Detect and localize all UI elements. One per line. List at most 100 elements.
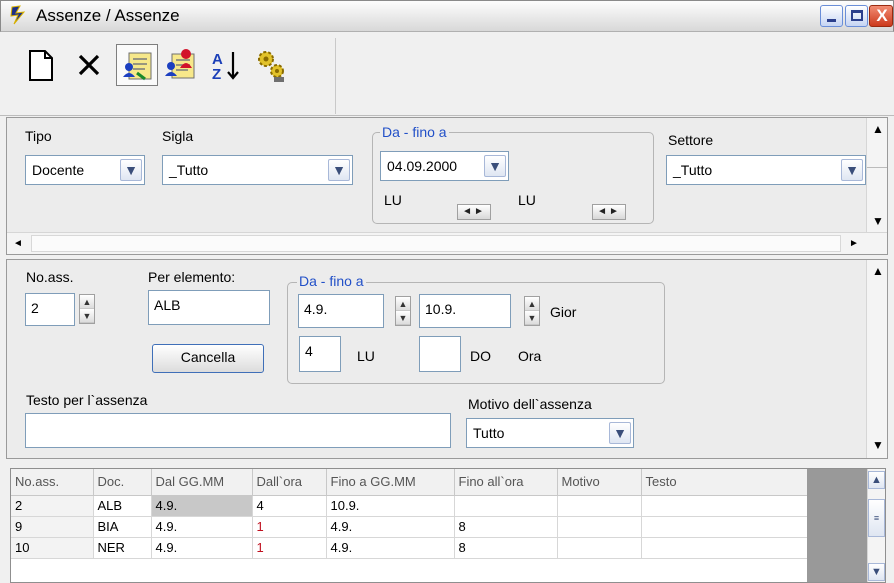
column-header[interactable]: Testo: [641, 469, 808, 496]
settings-button[interactable]: [250, 44, 292, 86]
table-cell[interactable]: NER: [93, 537, 152, 559]
table-cell[interactable]: ALB: [93, 495, 152, 517]
maximize-button[interactable]: [845, 5, 868, 27]
table-header: No.ass. Doc. Dal GG.MM Dall`ora Fino a G…: [11, 469, 808, 496]
scroll-up-icon[interactable]: ▲: [867, 260, 889, 282]
table-cell[interactable]: 4.9.: [151, 516, 253, 538]
column-header[interactable]: Fino all`ora: [454, 469, 558, 496]
settings-icon: [258, 51, 284, 82]
table-row[interactable]: 10 NER 4.9. 1 4.9. 8: [11, 537, 808, 559]
to-day-label: DO: [470, 348, 491, 364]
spin-down-icon[interactable]: ▼: [525, 311, 539, 325]
day-to-nav[interactable]: ◄►: [592, 204, 626, 220]
table-cell[interactable]: 8: [454, 537, 558, 559]
spin-up-icon[interactable]: ▲: [80, 295, 94, 309]
column-header[interactable]: Fino a GG.MM: [326, 469, 455, 496]
filter-hscroll[interactable]: ◄ ►: [7, 232, 887, 254]
chevron-up-icon[interactable]: ▲: [868, 471, 885, 489]
table-cell[interactable]: [641, 495, 808, 517]
table-cell[interactable]: 9: [11, 516, 94, 538]
day-from-nav[interactable]: ◄►: [457, 204, 491, 220]
close-button[interactable]: X: [869, 5, 893, 27]
table-empty-area: [807, 469, 867, 582]
chevron-down-icon[interactable]: ▼: [841, 159, 863, 181]
testo-label: Testo per l`assenza: [26, 392, 148, 408]
per-elemento-input[interactable]: ALB: [148, 290, 270, 325]
cancella-button[interactable]: Cancella: [152, 344, 264, 373]
scroll-up-icon[interactable]: ▲: [867, 118, 889, 140]
from-hour-input[interactable]: 4: [299, 336, 341, 372]
table-cell[interactable]: 10: [11, 537, 94, 559]
testo-input[interactable]: [25, 413, 451, 448]
form-date-range-legend: Da - fino a: [297, 273, 366, 289]
new-button[interactable]: [20, 44, 62, 86]
table-cell[interactable]: [454, 495, 558, 517]
chevron-down-icon[interactable]: ▼: [609, 422, 631, 444]
filter-vscroll[interactable]: ▲ ▼: [866, 118, 887, 232]
scroll-left-icon[interactable]: ◄: [7, 233, 29, 255]
spin-down-icon[interactable]: ▼: [80, 309, 94, 323]
chevron-down-icon[interactable]: ▼: [120, 159, 142, 181]
motivo-select[interactable]: Tutto ▼: [466, 418, 634, 448]
table-cell[interactable]: [557, 495, 642, 517]
table-cell[interactable]: [641, 516, 808, 538]
column-header[interactable]: Doc.: [93, 469, 152, 496]
spin-up-icon[interactable]: ▲: [396, 297, 410, 311]
sort-button[interactable]: AZ: [206, 44, 248, 86]
table-cell[interactable]: 8: [454, 516, 558, 538]
noass-label: No.ass.: [26, 269, 74, 285]
table-cell[interactable]: [557, 516, 642, 538]
table-vscroll[interactable]: ▲ ≡ ▼: [867, 469, 885, 582]
tipo-label: Tipo: [25, 128, 52, 144]
column-header[interactable]: No.ass.: [11, 469, 94, 496]
table-cell[interactable]: 1: [252, 537, 327, 559]
settore-value: _Tutto: [673, 162, 713, 178]
date-select[interactable]: 04.09.2000 ▼: [380, 151, 509, 181]
scroll-down-icon[interactable]: ▼: [867, 210, 889, 232]
minimize-button[interactable]: [820, 5, 843, 27]
noass-input[interactable]: 2: [25, 293, 75, 326]
from-date-input[interactable]: 4.9.: [298, 294, 384, 328]
absence-entry-button[interactable]: [160, 44, 202, 86]
table-row[interactable]: 9 BIA 4.9. 1 4.9. 8: [11, 516, 808, 538]
scroll-right-icon[interactable]: ►: [843, 233, 865, 255]
form-vscroll[interactable]: ▲ ▼: [866, 260, 887, 458]
column-header[interactable]: Motivo: [557, 469, 642, 496]
settore-select[interactable]: _Tutto ▼: [666, 155, 866, 185]
column-header[interactable]: Dall`ora: [252, 469, 327, 496]
spin-up-icon[interactable]: ▲: [525, 297, 539, 311]
table-cell[interactable]: BIA: [93, 516, 152, 538]
to-date-input[interactable]: 10.9.: [419, 294, 511, 328]
scroll-track: [867, 144, 887, 168]
sigla-select[interactable]: _Tutto ▼: [162, 155, 353, 185]
from-date-spinner[interactable]: ▲ ▼: [395, 296, 411, 326]
table-cell[interactable]: 10.9.: [326, 495, 455, 517]
table-cell[interactable]: 1: [252, 516, 327, 538]
to-hour-input[interactable]: [419, 336, 461, 372]
spin-down-icon[interactable]: ▼: [396, 311, 410, 325]
scroll-down-icon[interactable]: ▼: [867, 434, 889, 456]
table-cell[interactable]: [641, 537, 808, 559]
table-cell[interactable]: 2: [11, 495, 94, 517]
table-row[interactable]: 2 ALB 4.9. 4 10.9.: [11, 495, 808, 517]
delete-button[interactable]: [68, 44, 110, 86]
ora-label: Ora: [518, 348, 542, 364]
chevron-down-icon[interactable]: ▼: [868, 563, 885, 581]
column-header[interactable]: Dal GG.MM: [151, 469, 253, 496]
tipo-select[interactable]: Docente ▼: [25, 155, 145, 185]
hscroll-thumb[interactable]: [31, 235, 841, 252]
motivo-value: Tutto: [473, 425, 505, 441]
chevron-down-icon[interactable]: ▼: [328, 159, 350, 181]
noass-value: 2: [31, 300, 39, 316]
scroll-thumb-icon[interactable]: ≡: [868, 499, 885, 537]
table-cell[interactable]: [557, 537, 642, 559]
chevron-down-icon[interactable]: ▼: [484, 155, 506, 177]
to-date-spinner[interactable]: ▲ ▼: [524, 296, 540, 326]
table-cell[interactable]: 4: [252, 495, 327, 517]
table-cell-selected[interactable]: 4.9.: [151, 495, 253, 517]
absence-view-button[interactable]: [116, 44, 158, 86]
table-cell[interactable]: 4.9.: [326, 537, 455, 559]
noass-spinner[interactable]: ▲ ▼: [79, 294, 95, 324]
table-cell[interactable]: 4.9.: [326, 516, 455, 538]
table-cell[interactable]: 4.9.: [151, 537, 253, 559]
